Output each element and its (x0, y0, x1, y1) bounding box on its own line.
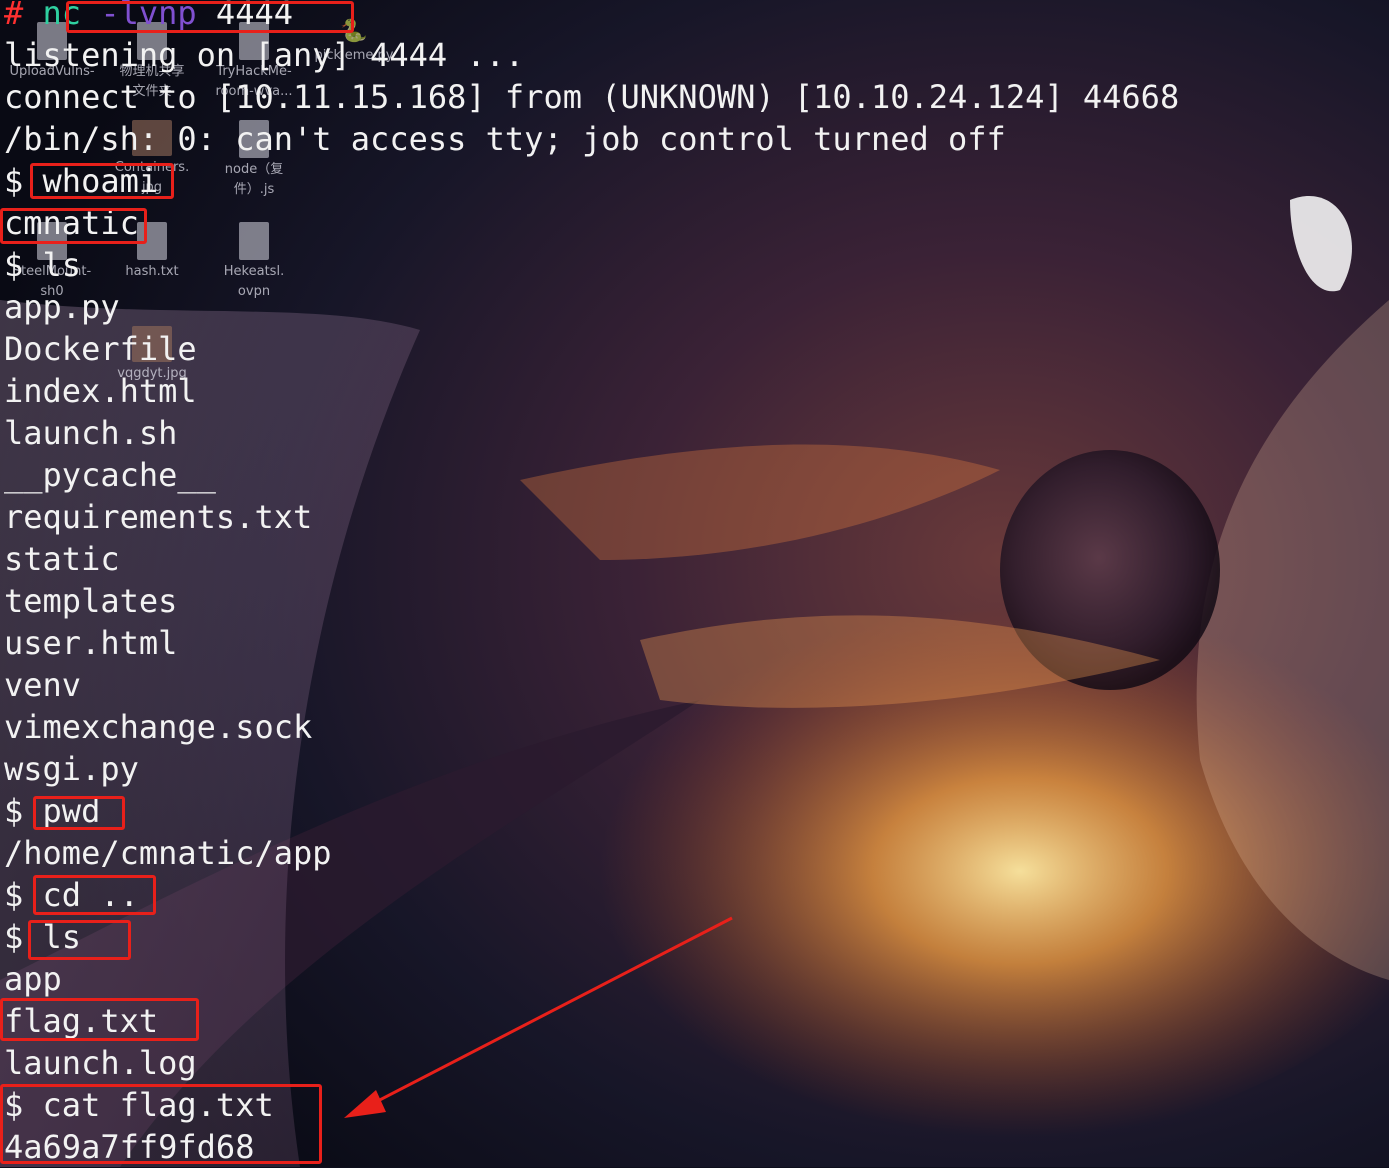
listening-line: listening on [any] 4444 ... (4, 36, 525, 74)
highlight-whoami (30, 163, 174, 199)
ls-output-line: static (4, 540, 120, 578)
tty-warning-line: /bin/sh: 0: can't access tty; job contro… (4, 120, 1006, 158)
ls-output-line: launch.log (4, 1044, 197, 1082)
highlight-flag-content (0, 1084, 322, 1164)
connect-line: connect to [10.11.15.168] from (UNKNOWN)… (4, 78, 1180, 116)
highlight-username (0, 208, 147, 244)
ls-output-line: venv (4, 666, 82, 704)
ls-output-line: wsgi.py (4, 750, 139, 788)
pwd-output-line: /home/cmnatic/app (4, 834, 332, 872)
root-prompt: # (4, 0, 24, 32)
ls-output-line: launch.sh (4, 414, 178, 452)
ls-output-line: requirements.txt (4, 498, 313, 536)
highlight-nc-command (66, 1, 354, 33)
terminal-window[interactable]: # nc -lvnp 4444 listening on [any] 4444 … (0, 0, 1389, 1167)
ls-command-line: $ ls (4, 246, 82, 284)
highlight-flag-file (0, 998, 199, 1041)
ls-output-line: vimexchange.sock (4, 708, 313, 746)
ls-output-line: Dockerfile (4, 330, 197, 368)
highlight-cd (33, 875, 156, 915)
ls-output-line: index.html (4, 372, 197, 410)
highlight-ls (28, 920, 131, 960)
highlight-pwd (33, 796, 125, 830)
ls-output-line: __pycache__ (4, 456, 216, 494)
ls-output-line: templates (4, 582, 178, 620)
ls-output-line: user.html (4, 624, 178, 662)
ls-output-line: app (4, 960, 62, 998)
ls-output-line: app.py (4, 288, 120, 326)
